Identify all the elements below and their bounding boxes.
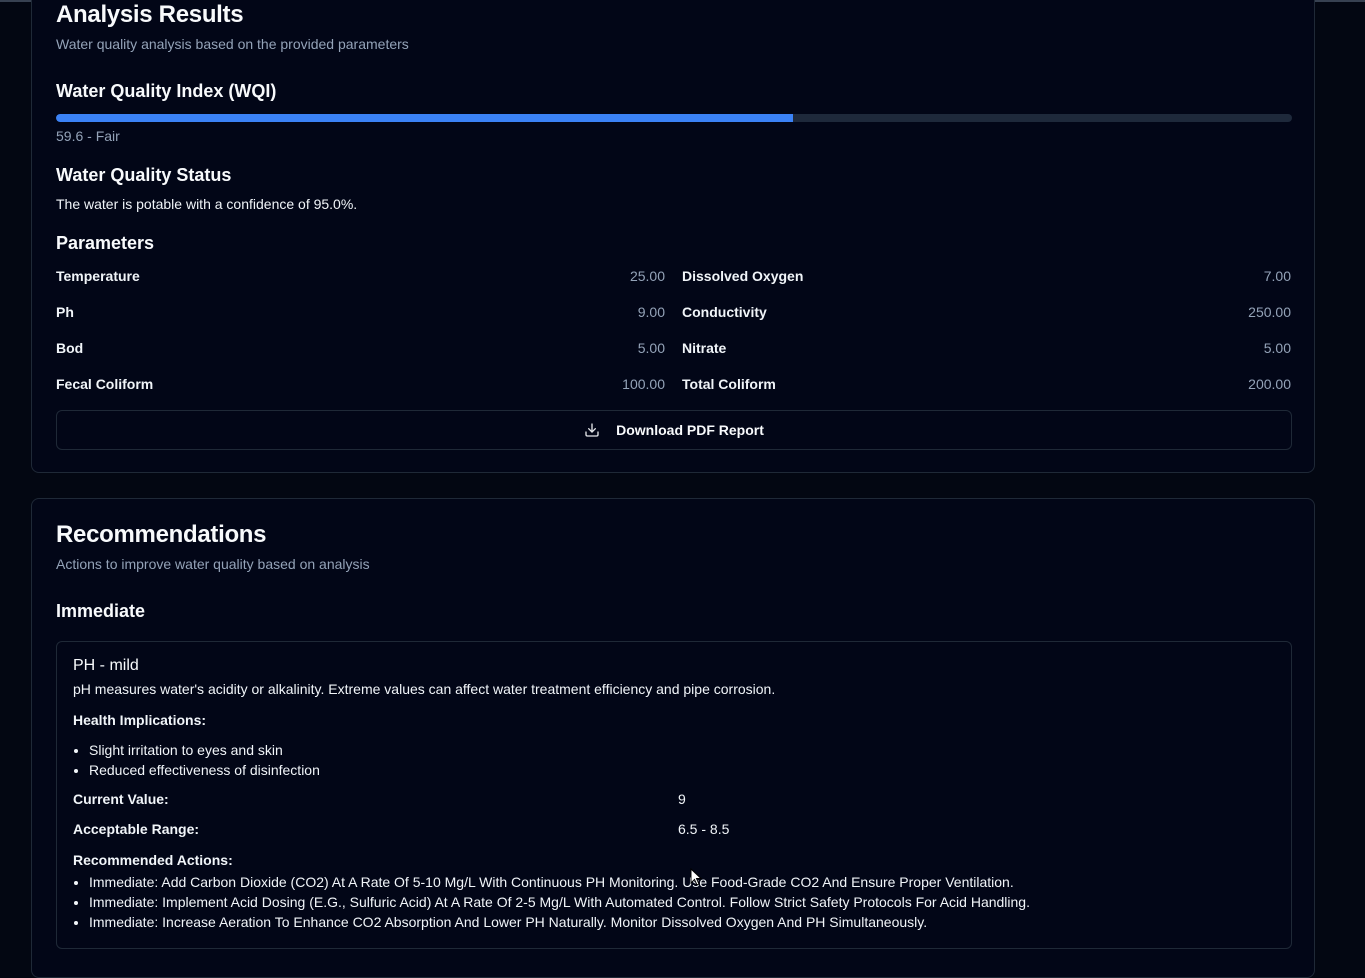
wqi-progress-bar (56, 114, 1292, 122)
param-dissolved-oxygen-value: 7.00 (1263, 268, 1291, 284)
recommendation-description: pH measures water's acidity or alkalinit… (73, 681, 776, 697)
recommendation-title: PH - mild (73, 657, 139, 674)
download-pdf-button[interactable]: Download PDF Report (56, 410, 1292, 450)
status-text: The water is potable with a confidence o… (56, 196, 358, 212)
current-value-label: Current Value: (73, 791, 169, 807)
recommendations-card: Recommendations Actions to improve water… (31, 498, 1315, 978)
list-item: Reduced effectiveness of disinfection (89, 760, 320, 780)
section-immediate-heading: Immediate (56, 601, 146, 621)
current-value: 9 (678, 791, 686, 807)
param-dissolved-oxygen-label: Dissolved Oxygen (682, 268, 804, 284)
param-conductivity-value: 250.00 (1248, 304, 1291, 320)
recommendation-item-ph: PH - mild pH measures water's acidity or… (56, 641, 1292, 949)
param-temperature-value: 25.00 (629, 268, 665, 284)
param-nitrate-value: 5.00 (1263, 340, 1291, 356)
status-heading: Water Quality Status (56, 165, 232, 185)
health-implications-label: Health Implications: (73, 712, 207, 728)
param-bod-label: Bod (56, 340, 84, 356)
mouse-cursor-icon (690, 867, 703, 891)
analysis-title: Analysis Results (56, 1, 244, 28)
wqi-progress-fill (56, 114, 793, 122)
recommendations-title: Recommendations (56, 521, 267, 548)
param-ph-value: 9.00 (637, 304, 665, 320)
param-nitrate-label: Nitrate (682, 340, 727, 356)
acceptable-range-value: 6.5 - 8.5 (678, 821, 730, 837)
analysis-results-card: Analysis Results Water quality analysis … (31, 0, 1315, 473)
wqi-score-label: 59.6 - Fair (56, 128, 120, 144)
parameters-heading: Parameters (56, 233, 155, 253)
wqi-heading: Water Quality Index (WQI) (56, 81, 277, 101)
list-item: Immediate: Increase Aeration To Enhance … (89, 912, 1030, 932)
param-fecal-coliform-label: Fecal Coliform (56, 376, 154, 392)
health-implications-list: Slight irritation to eyes and skin Reduc… (73, 740, 320, 780)
param-total-coliform-value: 200.00 (1248, 376, 1291, 392)
param-total-coliform-label: Total Coliform (682, 376, 776, 392)
list-item: Immediate: Add Carbon Dioxide (CO2) At A… (89, 872, 1030, 892)
recommendations-subtitle: Actions to improve water quality based o… (56, 556, 370, 572)
acceptable-range-label: Acceptable Range: (73, 821, 200, 837)
list-item: Slight irritation to eyes and skin (89, 740, 320, 760)
download-pdf-label: Download PDF Report (616, 422, 764, 438)
recommended-actions-list: Immediate: Add Carbon Dioxide (CO2) At A… (73, 872, 1030, 932)
param-fecal-coliform-value: 100.00 (622, 376, 665, 392)
list-item: Immediate: Implement Acid Dosing (E.G., … (89, 892, 1030, 912)
analysis-subtitle: Water quality analysis based on the prov… (56, 36, 409, 52)
param-temperature-label: Temperature (56, 268, 140, 284)
param-conductivity-label: Conductivity (682, 304, 767, 320)
param-ph-label: Ph (56, 304, 74, 320)
download-icon (584, 422, 600, 438)
param-bod-value: 5.00 (637, 340, 665, 356)
recommended-actions-label: Recommended Actions: (73, 852, 233, 868)
